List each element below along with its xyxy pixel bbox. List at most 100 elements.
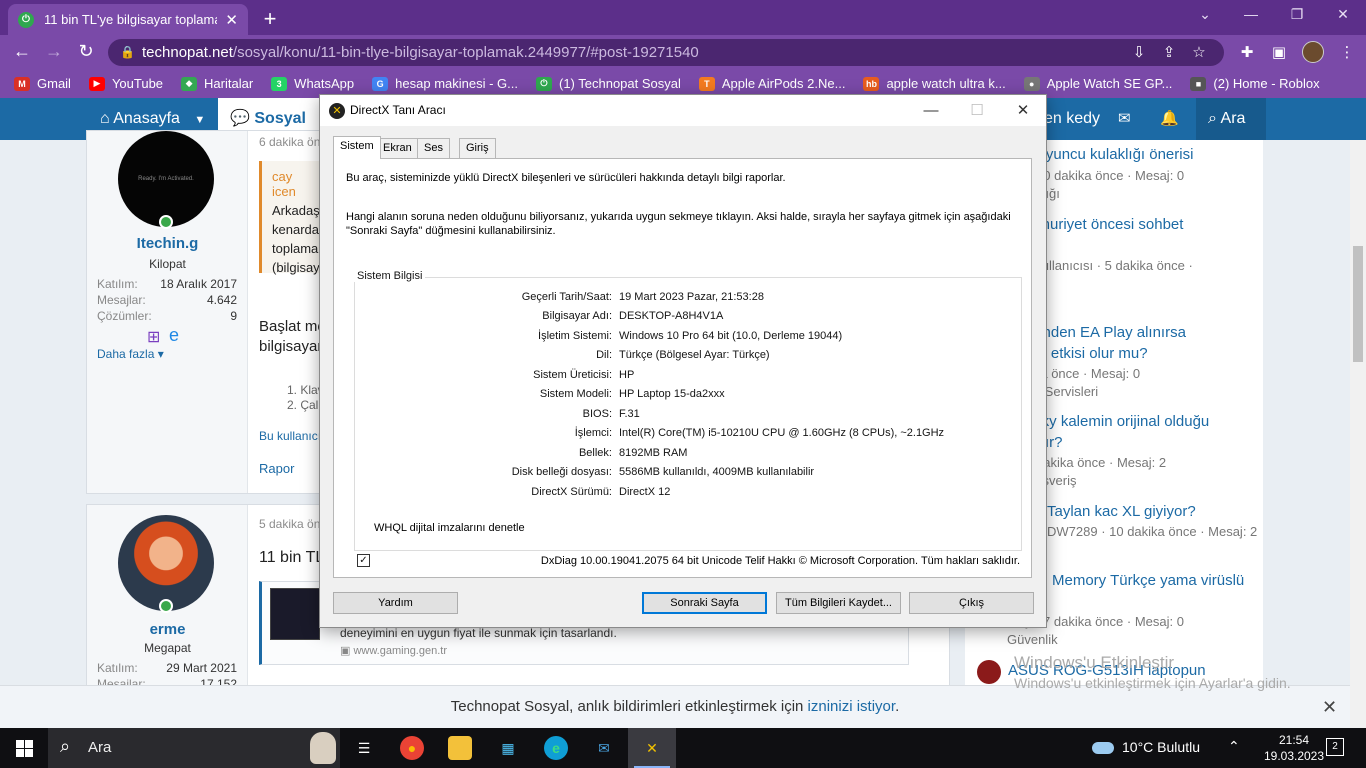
page-scrollbar[interactable]	[1350, 140, 1366, 728]
inbox-icon[interactable]: ✉	[1118, 98, 1131, 140]
nav-user-menu[interactable]: en kedy	[1044, 98, 1100, 140]
bookmark-item[interactable]: Ghesap makinesi - G...	[372, 76, 518, 91]
username[interactable]: erme	[87, 621, 248, 638]
nav-search-label: Ara	[1220, 110, 1246, 127]
bookmark-item[interactable]: ◆ Haritalar	[181, 76, 253, 91]
browser-tab-active[interactable]: ⏻ 11 bin TL'ye bilgisayar toplamak | ✕	[8, 4, 248, 35]
taskbar-dxdiag[interactable]: ✕	[628, 728, 676, 768]
bookmark-item[interactable]: hb apple watch ultra k...	[863, 76, 1006, 91]
close-icon[interactable]: ✕	[1322, 686, 1337, 728]
window-restore-button[interactable]: ❐	[1274, 6, 1320, 23]
info-row-manufacturer: Sistem Üreticisi: HP	[533, 369, 635, 381]
whql-label[interactable]: WHQL dijital imzalarını denetle	[374, 521, 525, 535]
report-link[interactable]: Rapor	[259, 461, 294, 476]
bookmark-label: hesap makinesi - G...	[395, 76, 518, 91]
notif-text: Technopat Sosyal, anlık bildirimleri etk…	[450, 698, 804, 715]
taskbar-chrome[interactable]: ●	[388, 728, 436, 768]
exit-button[interactable]: Çıkış	[909, 592, 1034, 614]
nav-search[interactable]: ⌕ Ara	[1196, 98, 1266, 140]
action-center-button[interactable]: 2	[1326, 738, 1344, 756]
avatar[interactable]: Ready. I'm Activated.	[118, 131, 214, 227]
windows-taskbar: ⌕ Ara ☰ ● ■ ▦ e ✉ ✕ 10°C Bulutlu ⌃ 21:54…	[0, 728, 1366, 768]
avatar[interactable]	[118, 515, 214, 611]
search-icon: ⌕	[1208, 110, 1217, 127]
preview-url[interactable]: ▣ www.gaming.gen.tr	[340, 644, 447, 657]
info-row-model: Sistem Modeli: HP Laptop 15-da2xxx	[539, 388, 725, 400]
help-button[interactable]: Yardım	[333, 592, 458, 614]
scrollbar-thumb[interactable]	[1353, 246, 1363, 362]
bookmark-item[interactable]: ● Apple Watch SE GP...	[1023, 76, 1173, 91]
quote-block: cay icen Arkadaş kenarda toplama (bilgisay	[259, 161, 320, 275]
menu-kebab-icon[interactable]: ⋮	[1336, 43, 1358, 61]
close-button[interactable]: ✕	[1000, 99, 1046, 123]
window-close-button[interactable]: ✕	[1320, 6, 1366, 23]
next-page-button[interactable]: Sonraki Sayfa	[642, 592, 767, 614]
side-panel-icon[interactable]: ▣	[1268, 43, 1290, 61]
extensions-puzzle-icon[interactable]: ✚	[1236, 43, 1258, 61]
avatar[interactable]	[977, 660, 1001, 684]
window-minimize-button[interactable]: —	[1228, 6, 1274, 22]
taskbar-search-box[interactable]: ⌕ Ara	[48, 728, 340, 768]
username[interactable]: Itechin.g	[87, 235, 248, 252]
new-tab-button[interactable]: +	[258, 6, 282, 32]
search-highlight-owl-icon	[310, 732, 336, 764]
bookmark-item[interactable]: M Gmail	[14, 76, 71, 91]
bookmark-item[interactable]: ▶ YouTube	[88, 76, 164, 91]
notif-tail: .	[895, 698, 900, 715]
address-bar[interactable]: 🔒 technopat.net/sosyal/konu/11-bin-tlye-…	[108, 39, 1224, 66]
more-info-link[interactable]: Daha fazla ▾	[97, 347, 164, 361]
taskbar-clock[interactable]: 21:54 19.03.2023	[1258, 732, 1330, 764]
url-host: technopat.net	[142, 44, 233, 61]
bookmark-item[interactable]: T Apple AirPods 2.Ne...	[698, 76, 846, 91]
directx-icon: ✕	[329, 103, 345, 119]
sidebar-thread-title[interactable]: Taylan kac XL giyiyor?	[1047, 503, 1196, 520]
clock-date: 19.03.2023	[1263, 749, 1325, 763]
tab-input[interactable]: Giriş	[459, 138, 496, 158]
back-arrow-icon[interactable]: ←	[10, 41, 34, 62]
bookmark-item[interactable]: ⏻ (1) Technopat Sosyal	[535, 76, 681, 91]
tray-chevron-up-icon[interactable]: ⌃	[1228, 738, 1240, 755]
save-all-info-button[interactable]: Tüm Bilgileri Kaydet...	[776, 592, 901, 614]
bookmark-label: YouTube	[111, 76, 164, 91]
tab-system[interactable]: Sistem	[333, 136, 381, 159]
profile-avatar[interactable]	[1302, 41, 1324, 63]
bookmark-favicon-icon: ◆	[181, 76, 198, 91]
taskbar-file-explorer[interactable]: ■	[436, 728, 484, 768]
notif-permission-link[interactable]: izninizi istiyor	[808, 698, 896, 715]
bookmark-label: Apple AirPods 2.Ne...	[721, 76, 846, 91]
maximize-button[interactable]: ☐	[954, 99, 1000, 123]
forward-arrow-icon[interactable]: →	[42, 41, 66, 62]
weather-widget[interactable]: 10°C Bulutlu	[1092, 739, 1200, 755]
bookmark-item[interactable]: ■ (2) Home - Roblox	[1190, 76, 1320, 91]
bookmark-label: Apple Watch SE GP...	[1046, 76, 1173, 91]
quote-author[interactable]: cay icen	[272, 169, 319, 199]
technopat-favicon-icon: ⏻	[18, 11, 34, 28]
bookmark-favicon-icon: T	[698, 76, 715, 91]
edge-badge-icon: e	[169, 325, 180, 345]
task-view-button[interactable]: ☰	[340, 728, 388, 768]
user-stat-joined: Katılım: 18 Aralık 2017	[97, 277, 237, 291]
bookmark-favicon-icon: 3	[271, 76, 288, 91]
reload-icon[interactable]: ↻	[74, 41, 98, 62]
share-icon[interactable]: ⇪	[1158, 39, 1180, 66]
taskbar-edge[interactable]: e	[532, 728, 580, 768]
bookmark-star-icon[interactable]: ☆	[1188, 39, 1210, 66]
tab-display[interactable]: Ekran	[376, 138, 419, 158]
download-icon[interactable]: ⇩	[1128, 39, 1150, 66]
taskbar-mail[interactable]: ✉	[580, 728, 628, 768]
start-button[interactable]	[0, 728, 48, 768]
tab-close-icon[interactable]: ✕	[225, 11, 238, 29]
minimize-button[interactable]: —	[908, 99, 954, 123]
taskbar-store[interactable]: ▦	[484, 728, 532, 768]
bookmark-favicon-icon: M	[14, 76, 30, 91]
info-row-directx-version: DirectX Sürümü: DirectX 12	[531, 486, 671, 498]
user-rank: Kilopat	[149, 257, 186, 271]
sidebar-thread-category[interactable]: Güvenlik	[1007, 632, 1058, 647]
bell-icon[interactable]: 🔔	[1160, 98, 1179, 140]
bookmark-item[interactable]: 3 WhatsApp	[271, 76, 354, 91]
tab-sound[interactable]: Ses	[417, 138, 450, 158]
tab-search-chevron-icon[interactable]: ⌄	[1182, 6, 1228, 23]
sidebar-thread-title[interactable]: Memory Türkçe yama virüslü	[1052, 572, 1244, 589]
dxdiag-titlebar[interactable]: ✕ DirectX Tanı Aracı — ☐ ✕	[320, 95, 1046, 126]
bookmark-favicon-icon: hb	[863, 76, 880, 91]
